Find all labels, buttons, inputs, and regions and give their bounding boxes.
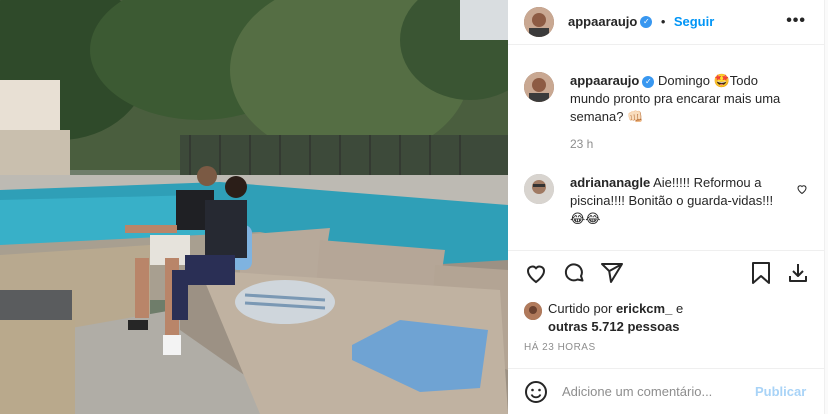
comment-username[interactable]: adriananagle bbox=[570, 175, 650, 190]
add-comment-input[interactable]: Adicione um comentário... bbox=[562, 384, 712, 399]
comment-item: adriananagle Aie!!!!! Reformou a piscina… bbox=[570, 174, 780, 228]
post-side-panel: appaaraujo ✓ • Seguir ••• appaaraujo ✓ Dom… bbox=[508, 0, 824, 414]
liker-avatar[interactable] bbox=[524, 302, 542, 320]
comment-like-heart-icon[interactable] bbox=[796, 182, 808, 200]
liked-by-and: e bbox=[675, 301, 684, 316]
separator-dot: • bbox=[660, 14, 666, 29]
avatar-image bbox=[524, 72, 554, 102]
post-header: appaaraujo ✓ • Seguir ••• bbox=[508, 0, 824, 45]
post-photo[interactable] bbox=[0, 0, 508, 414]
bookmark-icon[interactable] bbox=[750, 261, 772, 290]
caption-timestamp[interactable]: 23 h bbox=[570, 137, 593, 151]
action-bar bbox=[508, 250, 824, 297]
publish-button[interactable]: Publicar bbox=[755, 384, 806, 399]
caption-username[interactable]: appaaraujo bbox=[570, 73, 639, 88]
share-icon[interactable] bbox=[600, 261, 624, 290]
follow-button[interactable]: Seguir bbox=[674, 14, 714, 29]
heart-icon[interactable] bbox=[524, 261, 548, 290]
header-line: appaaraujo ✓ • Seguir bbox=[568, 13, 714, 31]
comment-icon[interactable] bbox=[562, 261, 586, 290]
others-link[interactable]: outras 5.712 pessoas bbox=[548, 319, 680, 334]
liked-by-user[interactable]: erickcm_ bbox=[616, 301, 672, 316]
avatar-image bbox=[524, 174, 554, 204]
commenter-avatar[interactable] bbox=[524, 174, 554, 204]
likes-summary: Curtido por erickcm_ e outras 5.712 pess… bbox=[548, 300, 788, 336]
emoji-icon[interactable] bbox=[524, 380, 548, 409]
more-icon[interactable]: ••• bbox=[786, 12, 806, 30]
avatar-image bbox=[524, 302, 542, 320]
pool-scene-image bbox=[0, 0, 508, 414]
caption-avatar[interactable] bbox=[524, 72, 554, 102]
verified-icon: ✓ bbox=[640, 15, 653, 28]
download-icon[interactable] bbox=[786, 261, 810, 290]
liked-by-prefix: Curtido por bbox=[548, 301, 613, 316]
verified-icon: ✓ bbox=[642, 75, 655, 88]
window-edge bbox=[824, 0, 828, 414]
author-username[interactable]: appaaraujo bbox=[568, 14, 637, 29]
post-time-ago[interactable]: HÁ 23 HORAS bbox=[524, 342, 596, 353]
avatar-image bbox=[524, 7, 554, 37]
post-caption: appaaraujo ✓ Domingo 🤩Todo mundo pronto p… bbox=[570, 72, 800, 126]
author-avatar[interactable] bbox=[524, 7, 554, 37]
